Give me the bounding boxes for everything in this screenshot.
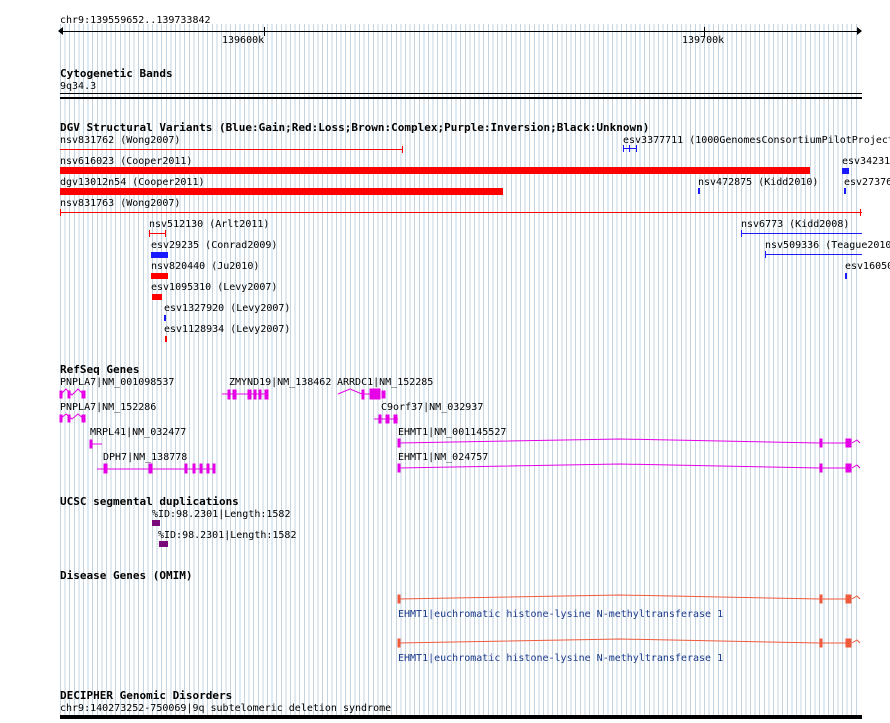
gene-exon: [148, 463, 153, 474]
genome-browser-panel[interactable]: chr9:139559652..139733842 139600k 139700…: [0, 0, 890, 723]
gene-exon: [184, 463, 188, 474]
gene-intron-PNPLA7-NM_152286: [59, 413, 85, 420]
gene-exon: [227, 389, 231, 400]
gene-exon: [103, 463, 108, 474]
decipher-feature-bar[interactable]: [60, 715, 862, 719]
gene-exon: [212, 463, 216, 474]
gene-exon: [264, 389, 269, 400]
gene-exon: [206, 463, 210, 474]
gene-exon: [232, 389, 237, 400]
gene-exon: [59, 390, 63, 399]
gene-exon: [381, 390, 386, 399]
gene-exon: [247, 389, 252, 400]
gene-exon: [385, 414, 390, 424]
omim-gene-model: [397, 594, 846, 600]
gene-exon: [397, 438, 401, 448]
track-title-disease-genes[interactable]: Disease Genes (OMIM): [60, 570, 192, 582]
gene-exon: [81, 390, 86, 399]
gene-exon: [845, 463, 852, 473]
segdup-feature[interactable]: [152, 520, 160, 526]
gene-exon: [369, 388, 381, 400]
omim-gene-model: [397, 638, 846, 644]
omim-feature-label[interactable]: EHMT1|euchromatic histone-lysine N-methy…: [398, 609, 723, 620]
gene-exon: [378, 414, 382, 424]
segdup-feature[interactable]: [159, 541, 168, 547]
track-title-segmental-duplications[interactable]: UCSC segmental duplications: [60, 496, 239, 508]
gene-exon: [59, 414, 63, 423]
segdup-label: %ID:98.2301|Length:1582: [158, 530, 297, 541]
gene-intron-EHMT1-NM_001145527: [397, 438, 821, 444]
track-title-decipher[interactable]: DECIPHER Genomic Disorders: [60, 690, 232, 702]
gene-exon: [89, 439, 93, 449]
omim-feature-label[interactable]: EHMT1|euchromatic histone-lysine N-methy…: [398, 653, 723, 664]
gene-exon: [199, 463, 203, 474]
gene-exon: [81, 414, 86, 423]
gene-exon: [393, 414, 398, 424]
gene-exon: [67, 390, 71, 399]
gene-exon: [361, 389, 365, 400]
gene-exon: [192, 463, 196, 474]
gene-exon: [253, 389, 257, 400]
decipher-feature-label: chr9:140273252-750069|9q subtelomeric de…: [60, 703, 392, 714]
gene-exon: [819, 463, 823, 473]
gene-exon: [845, 438, 852, 448]
gene-exon: [67, 414, 71, 423]
segdup-label: %ID:98.2301|Length:1582: [152, 509, 291, 520]
gene-intron-PNPLA7-NM_001098537: [59, 388, 85, 396]
gene-exon: [819, 438, 823, 448]
gene-intron-EHMT1-NM_024757: [397, 463, 821, 469]
gene-exon: [397, 463, 401, 473]
gene-intron-ARRDC1: [337, 388, 370, 395]
gene-exon: [258, 389, 262, 400]
